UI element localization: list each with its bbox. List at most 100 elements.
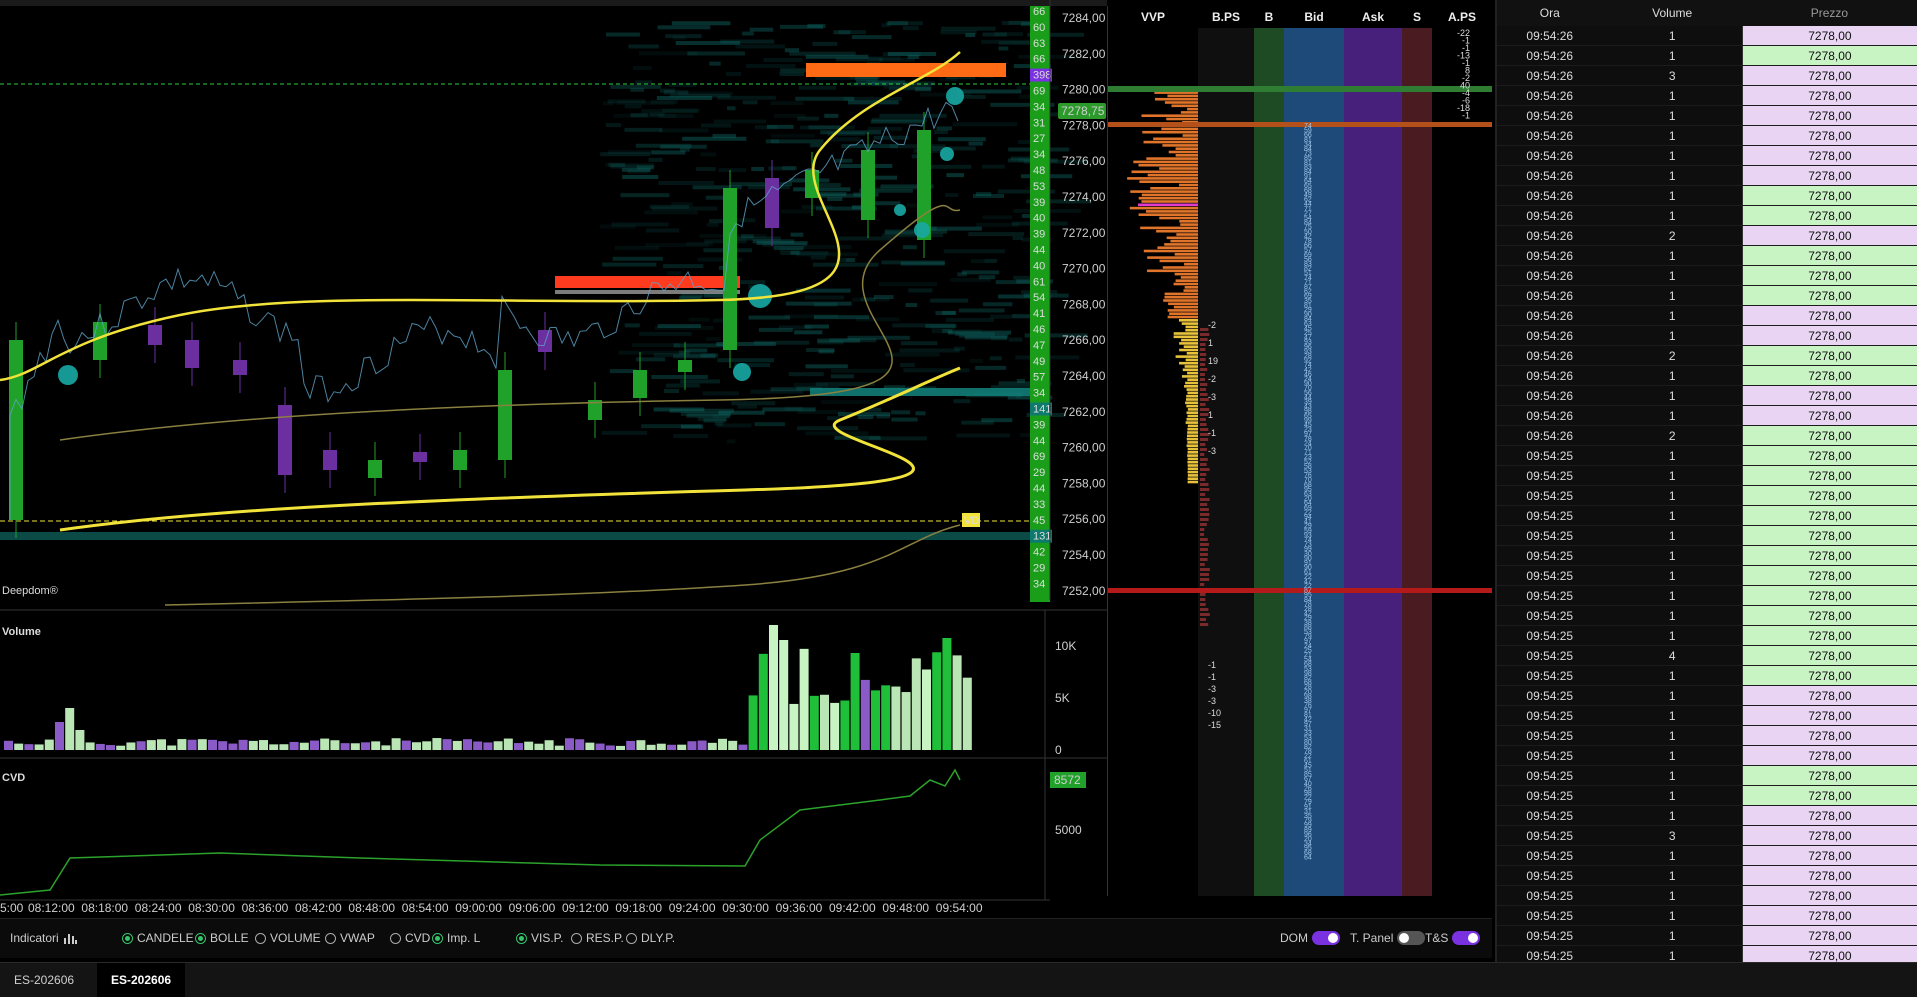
option-imp-l[interactable]: Imp. L (432, 931, 480, 945)
ts-row[interactable]: 09:54:25 1 7278,00 (1497, 846, 1917, 866)
ts-row[interactable]: 09:54:26 3 7278,00 (1497, 66, 1917, 86)
ts-row[interactable]: 09:54:25 1 7278,00 (1497, 546, 1917, 566)
option-cvd[interactable]: CVD (390, 931, 430, 945)
tab-es-202606-1[interactable]: ES-202606 (0, 963, 88, 997)
option-vwap[interactable]: VWAP (325, 931, 375, 945)
ts-row[interactable]: 09:54:25 1 7278,00 (1497, 746, 1917, 766)
ts-row[interactable]: 09:54:26 2 7278,00 (1497, 426, 1917, 446)
ts-row[interactable]: 09:54:25 1 7278,00 (1497, 866, 1917, 886)
tab-es-202606-2[interactable]: ES-202606 (97, 963, 186, 997)
option-dly-p-[interactable]: DLY.P. (626, 931, 675, 945)
ts-row[interactable]: 09:54:26 1 7278,00 (1497, 126, 1917, 146)
ts-row[interactable]: 09:54:25 4 7278,00 (1497, 646, 1917, 666)
heatmap-cell (871, 117, 928, 122)
ts-row[interactable]: 09:54:25 1 7278,00 (1497, 606, 1917, 626)
ts-row[interactable]: 09:54:26 1 7278,00 (1497, 26, 1917, 46)
ts-row[interactable]: 09:54:25 1 7278,00 (1497, 786, 1917, 806)
ts-row[interactable]: 09:54:26 1 7278,00 (1497, 146, 1917, 166)
ts-row[interactable]: 09:54:26 1 7278,00 (1497, 86, 1917, 106)
ts-row[interactable]: 09:54:25 1 7278,00 (1497, 926, 1917, 946)
ts-row[interactable]: 09:54:26 2 7278,00 (1497, 346, 1917, 366)
ts-row[interactable]: 09:54:25 1 7278,00 (1497, 566, 1917, 586)
ts-row[interactable]: 09:54:26 1 7278,00 (1497, 306, 1917, 326)
dom-ladder-body[interactable]: 7459668134847385818384916465684962447127… (1108, 28, 1492, 896)
depth-size: 27 (1033, 133, 1045, 145)
option-volume[interactable]: VOLUME (255, 931, 321, 945)
vvp-bar (1150, 187, 1198, 190)
vvp-bar (1186, 437, 1198, 441)
ts-row[interactable]: 09:54:25 1 7278,00 (1497, 766, 1917, 786)
ts-row[interactable]: 09:54:25 1 7278,00 (1497, 446, 1917, 466)
ts-cell-time: 09:54:25 (1526, 609, 1574, 623)
bps-bar (1200, 578, 1210, 581)
vvp-bar (1133, 160, 1198, 164)
ts-cell-volume: 1 (1668, 509, 1676, 523)
ts-row[interactable]: 09:54:26 2 7278,00 (1497, 226, 1917, 246)
option-candele[interactable]: CANDELE (122, 931, 194, 945)
ts-cell-time: 09:54:26 (1526, 129, 1574, 143)
heatmap-cell (641, 424, 702, 429)
heatmap-cell (983, 302, 1013, 307)
ts-row[interactable]: 09:54:25 1 7278,00 (1497, 946, 1917, 962)
toggle-t-s[interactable]: T&S (1425, 931, 1481, 945)
ts-row[interactable]: 09:54:26 1 7278,00 (1497, 286, 1917, 306)
volume-bar (728, 740, 738, 750)
toggle-t-panel[interactable]: T. Panel (1350, 931, 1426, 945)
ts-row[interactable]: 09:54:25 1 7278,00 (1497, 886, 1917, 906)
volume-bar (146, 740, 156, 750)
ts-row[interactable]: 09:54:25 1 7278,00 (1497, 666, 1917, 686)
heatmap-cell (680, 294, 704, 299)
ts-row[interactable]: 09:54:26 1 7278,00 (1497, 406, 1917, 426)
ts-row[interactable]: 09:54:26 1 7278,00 (1497, 166, 1917, 186)
heatmap-cell (953, 399, 971, 404)
vvp-bar (1181, 375, 1198, 378)
toggle-dom[interactable]: DOM (1280, 931, 1340, 945)
dom-row-highlight-best-bid (1108, 122, 1492, 127)
radio-icon (325, 932, 336, 944)
ts-row[interactable]: 09:54:26 1 7278,00 (1497, 246, 1917, 266)
ts-row[interactable]: 09:54:26 1 7278,00 (1497, 186, 1917, 206)
ts-row[interactable]: 09:54:26 1 7278,00 (1497, 266, 1917, 286)
depth-size: 39 (1033, 419, 1045, 431)
option-vis-p-[interactable]: VIS.P. (516, 931, 563, 945)
candle-body (498, 370, 512, 460)
toggle-label: T&S (1425, 931, 1449, 945)
depth-size: 34 (1033, 578, 1045, 590)
ts-row[interactable]: 09:54:26 1 7278,00 (1497, 106, 1917, 126)
ts-row[interactable]: 09:54:25 1 7278,00 (1497, 526, 1917, 546)
ts-row[interactable]: 09:54:25 1 7278,00 (1497, 626, 1917, 646)
ts-row[interactable]: 09:54:26 1 7278,00 (1497, 326, 1917, 346)
ts-row[interactable]: 09:54:25 1 7278,00 (1497, 906, 1917, 926)
ts-row[interactable]: 09:54:25 1 7278,00 (1497, 726, 1917, 746)
ts-row[interactable]: 09:54:25 1 7278,00 (1497, 706, 1917, 726)
ts-row[interactable]: 09:54:25 1 7278,00 (1497, 806, 1917, 826)
vvp-bar (1187, 431, 1198, 434)
option-res-p-[interactable]: RES.P. (571, 931, 624, 945)
ts-row[interactable]: 09:54:25 1 7278,00 (1497, 466, 1917, 486)
time-axis[interactable]: 5:00 08:12:00 08:18:00 08:24:00 08:30:00 08:3… (0, 899, 1050, 915)
heatmap-cell (631, 343, 680, 348)
price-tick: 7284,00 (1062, 11, 1106, 25)
chart-area[interactable]: VD 66 60 63 66 398 69 34 31 27 34 48 53 39 40 39 44 40 61… (0, 0, 1107, 918)
time-and-sales[interactable]: Ora Volume Prezzo 09:54:26 1 7278,00 09:54:… (1495, 0, 1917, 962)
ts-row[interactable]: 09:54:25 3 7278,00 (1497, 826, 1917, 846)
option-bolle[interactable]: BOLLE (195, 931, 249, 945)
dom-ladder[interactable]: VVP B.PS B Bid Ask S A.PS 74 59 66 81 34 84 73… (1107, 6, 1492, 896)
ts-row[interactable]: 09:54:25 1 7278,00 (1497, 486, 1917, 506)
ts-row[interactable]: 09:54:25 1 7278,00 (1497, 686, 1917, 706)
ts-rows[interactable]: 09:54:26 1 7278,00 09:54:26 1 7278,00 09:54:26… (1497, 26, 1917, 962)
depth-size: 34 (1033, 388, 1045, 400)
price-tick: 7254,00 (1062, 548, 1106, 562)
ts-row[interactable]: 09:54:26 1 7278,00 (1497, 366, 1917, 386)
time-tick: 09:54:00 (936, 901, 983, 915)
ts-row[interactable]: 09:54:25 1 7278,00 (1497, 506, 1917, 526)
ts-row[interactable]: 09:54:25 1 7278,00 (1497, 586, 1917, 606)
vvp-bar (1156, 229, 1198, 233)
ts-row[interactable]: 09:54:26 1 7278,00 (1497, 386, 1917, 406)
ts-cell-price: 7278,00 (1741, 946, 1917, 962)
ts-row[interactable]: 09:54:26 1 7278,00 (1497, 206, 1917, 226)
volume-tick: 10K (1055, 639, 1076, 653)
volume-tick: 0 (1055, 743, 1062, 757)
ts-row[interactable]: 09:54:26 1 7278,00 (1497, 46, 1917, 66)
indicators-button[interactable]: Indicatori (10, 931, 77, 945)
